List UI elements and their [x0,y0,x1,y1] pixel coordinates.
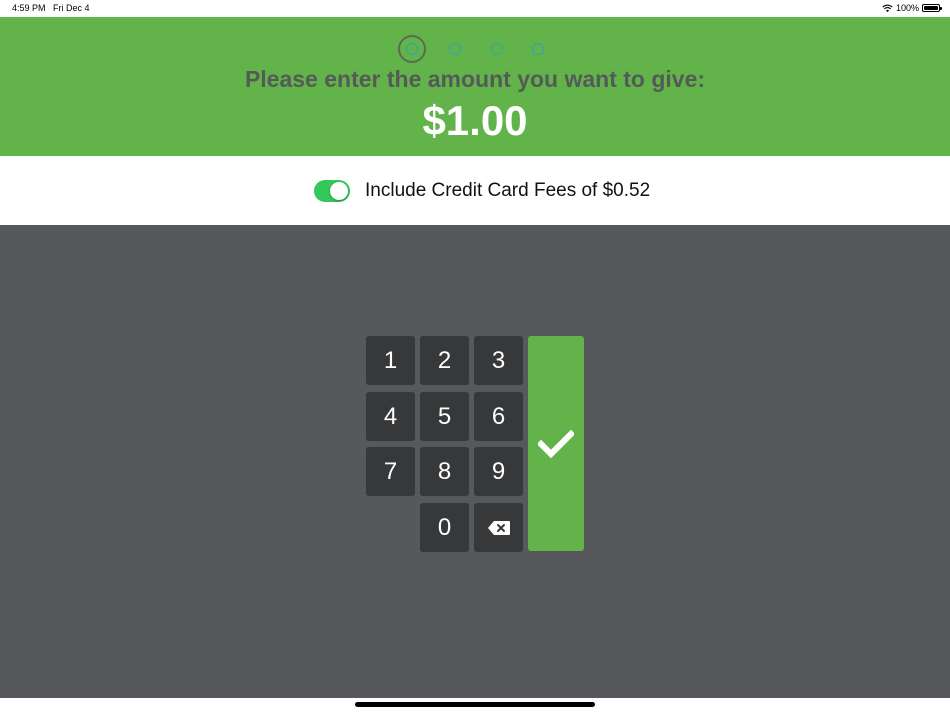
status-date: Fri Dec 4 [53,3,90,13]
wifi-icon [882,4,893,12]
key-5[interactable]: 5 [420,392,469,441]
step-dot-2 [449,43,461,55]
keypad-area: 1 2 3 4 5 6 7 8 9 0 [0,225,950,698]
checkmark-icon [538,429,574,458]
key-8[interactable]: 8 [420,447,469,496]
home-indicator[interactable] [355,702,595,707]
key-2[interactable]: 2 [420,336,469,385]
include-fees-label: Include Credit Card Fees of $0.52 [365,180,651,201]
amount-display: $1.00 [422,97,528,144]
amount-prompt: Please enter the amount you want to give… [244,66,706,92]
status-indicators: 100% [882,3,942,13]
battery-icon [922,4,942,12]
include-fees-toggle[interactable] [314,180,350,202]
key-3[interactable]: 3 [474,336,523,385]
step-dot-3 [491,43,503,55]
amount-header: Please enter the amount you want to give… [0,17,950,156]
key-7[interactable]: 7 [366,447,415,496]
step-indicator [0,35,950,65]
step-dot-4 [532,43,544,55]
toggle-knob [330,182,348,200]
status-bar: 4:59 PM Fri Dec 4 100% [0,0,950,17]
bottom-bar [0,698,950,712]
battery-percent: 100% [895,3,919,13]
key-6[interactable]: 6 [474,392,523,441]
key-9[interactable]: 9 [474,447,523,496]
status-time: 4:59 PM [12,3,46,13]
backspace-button[interactable] [474,503,523,552]
key-4[interactable]: 4 [366,392,415,441]
confirm-button[interactable] [528,336,584,551]
key-0[interactable]: 0 [420,503,469,552]
backspace-icon [487,520,510,535]
fee-row: Include Credit Card Fees of $0.52 [0,156,950,225]
key-1[interactable]: 1 [366,336,415,385]
step-dot-1 [398,35,426,63]
